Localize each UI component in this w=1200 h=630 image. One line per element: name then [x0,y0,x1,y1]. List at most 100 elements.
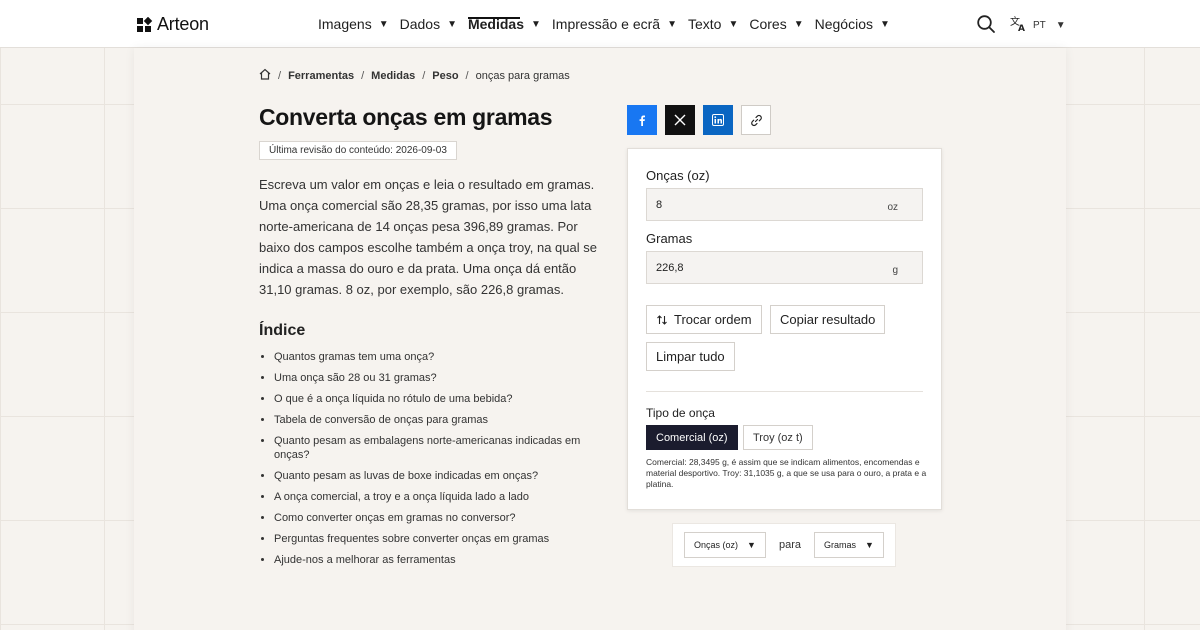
nav-item-label: Imagens [318,16,372,32]
clear-all-button[interactable]: Limpar tudo [646,342,735,371]
nav-item-label: Texto [687,16,722,32]
facebook-share-button[interactable] [627,105,657,135]
breadcrumb-separator: / [422,69,426,82]
home-icon[interactable] [259,68,271,83]
content-card: / Ferramentas / Medidas / Peso / onças p… [134,48,1066,630]
chevron-down-icon: ▼ [531,18,541,30]
grams-label: Gramas [646,231,693,246]
chevron-down-icon: ▼ [1055,19,1066,31]
toc-item-label: Uma onça são 28 ou 31 gramas? [274,372,437,384]
ounce-type-label: Tipo de onça [646,406,715,420]
nav-item-label: Impressão e ecrã [551,16,661,32]
toc-item[interactable]: Perguntas frequentes sobre converter onç… [274,532,594,546]
brand-name: Arteon [157,14,209,34]
toc-item-label: Quantos gramas tem uma onça? [274,351,435,363]
nav-item-label: Medidas [467,16,524,32]
breadcrumb-separator: / [361,69,365,82]
link-icon [750,114,762,126]
toc-item[interactable]: A onça comercial, a troy e a onça líquid… [274,490,594,504]
nav-item-5[interactable]: Cores ▼ [749,0,814,48]
toc-item[interactable]: Uma onça são 28 ou 31 gramas? [274,371,594,385]
swap-icon [656,314,668,326]
toc-item-label: Quanto pesam as luvas de boxe indicadas … [274,470,539,482]
breadcrumb-medidas[interactable]: Medidas [371,70,415,82]
top-navigation-bar: Arteon Imagens ▼ Dados ▼ Medidas ▼ Impressão e… [0,0,1200,48]
revision-badge: Última revisão do conteúdo: 2026-09-03 [259,141,457,160]
toc-item[interactable]: Como converter onças em gramas no conver… [274,511,594,525]
breadcrumb-separator: / [465,69,469,82]
share-buttons [627,105,771,135]
breadcrumb-ferramentas[interactable]: Ferramentas [288,70,354,82]
toc-item[interactable]: Quantos gramas tem uma onça? [274,350,594,364]
swap-order-label: Trocar ordem [674,312,752,327]
translate-icon: 文 A [1010,15,1027,35]
toc-item-label: O que é a onça líquida no rótulo de uma … [274,393,513,405]
language-code: PT [1033,19,1046,31]
breadcrumb-separator: / [278,69,282,82]
main-nav: Imagens ▼ Dados ▼ Medidas ▼ Impressão e ecrã ▼ T… [318,0,901,48]
copy-link-button[interactable] [741,105,771,135]
nav-item-label: Negócios [814,16,873,32]
toc-item-label: Ajude-nos a melhorar as ferramentas [274,554,456,566]
grams-value: 226,8 [656,262,684,274]
nav-item-4[interactable]: Texto ▼ [688,0,749,48]
nav-item-1[interactable]: Dados ▼ [400,0,468,48]
facebook-icon [639,115,645,126]
nav-item-3[interactable]: Impressão e ecrã ▼ [552,0,688,48]
nav-item-0[interactable]: Imagens ▼ [318,0,400,48]
toc-item[interactable]: O que é a onça líquida no rótulo de uma … [274,392,594,406]
ounce-type-troy[interactable]: Troy (oz t) [743,425,813,450]
section-divider [646,391,923,392]
linkedin-share-button[interactable] [703,105,733,135]
brand-logo[interactable]: Arteon [137,14,209,35]
toc-item[interactable]: Quanto pesam as embalagens norte-america… [274,434,594,462]
unit-connector: para [779,539,802,551]
ounces-input[interactable]: 8 oz [646,188,923,221]
nav-item-2[interactable]: Medidas ▼ [467,0,552,48]
language-selector[interactable]: 文 A PT ▼ [1010,15,1066,35]
toc-item[interactable]: Tabela de conversão de onças para gramas [274,413,594,427]
nav-item-6[interactable]: Negócios ▼ [815,0,901,48]
toc-item-label: A onça comercial, a troy e a onça líquid… [274,491,529,503]
ounces-label: Onças (oz) [646,168,710,183]
chevron-down-icon: ▼ [667,18,677,30]
toc-item[interactable]: Ajude-nos a melhorar as ferramentas [274,553,594,567]
breadcrumb-current: onças para gramas [475,69,570,82]
toc-item-label: Quanto pesam as embalagens norte-america… [274,435,581,461]
from-unit-value: Onças (oz) [694,540,739,550]
svg-text:A: A [1018,24,1025,32]
to-unit-select[interactable]: Gramas ▼ [814,532,884,558]
chevron-down-icon: ▼ [378,18,389,30]
breadcrumb-peso[interactable]: Peso [432,70,458,82]
x-share-button[interactable] [665,105,695,135]
intro-paragraph: Escreva um valor em onças e leia o resul… [259,177,597,297]
toc-item-label: Como converter onças em gramas no conver… [274,512,516,524]
search-icon[interactable] [976,14,996,34]
page-title: Converta onças em gramas [259,104,553,130]
ounces-value: 8 [656,199,663,211]
chevron-down-icon: ▼ [728,18,739,30]
converter-panel: Onças (oz) 8 oz Gramas 226,8 g Trocar or… [627,148,942,510]
grams-input[interactable]: 226,8 g [646,251,923,284]
clear-all-label: Limpar tudo [656,349,725,364]
breadcrumb: / Ferramentas / Medidas / Peso / onças p… [259,68,570,83]
chevron-down-icon: ▼ [447,18,457,30]
nav-item-label: Cores [749,16,787,32]
toc-item-label: Tabela de conversão de onças para gramas [274,414,489,426]
x-icon [674,114,686,126]
grams-unit: g [892,265,898,276]
copy-result-button[interactable]: Copiar resultado [770,305,886,334]
ounces-unit: oz [887,202,898,213]
chevron-down-icon: ▼ [880,18,890,30]
toc-heading: Índice [259,322,306,339]
from-unit-select[interactable]: Onças (oz) ▼ [684,532,766,558]
ounce-type-note: Comercial: 28,3495 g, é assim que se ind… [646,457,927,489]
ounce-type-commercial[interactable]: Comercial (oz) [646,425,738,450]
to-unit-value: Gramas [824,540,857,550]
nav-item-label: Dados [399,16,441,32]
swap-order-button[interactable]: Trocar ordem [646,305,762,334]
chevron-down-icon: ▼ [747,540,756,550]
unit-selector-row: Onças (oz) ▼ para Gramas ▼ [672,523,896,567]
logo-icon [137,16,153,33]
toc-item[interactable]: Quanto pesam as luvas de boxe indicadas … [274,469,594,483]
